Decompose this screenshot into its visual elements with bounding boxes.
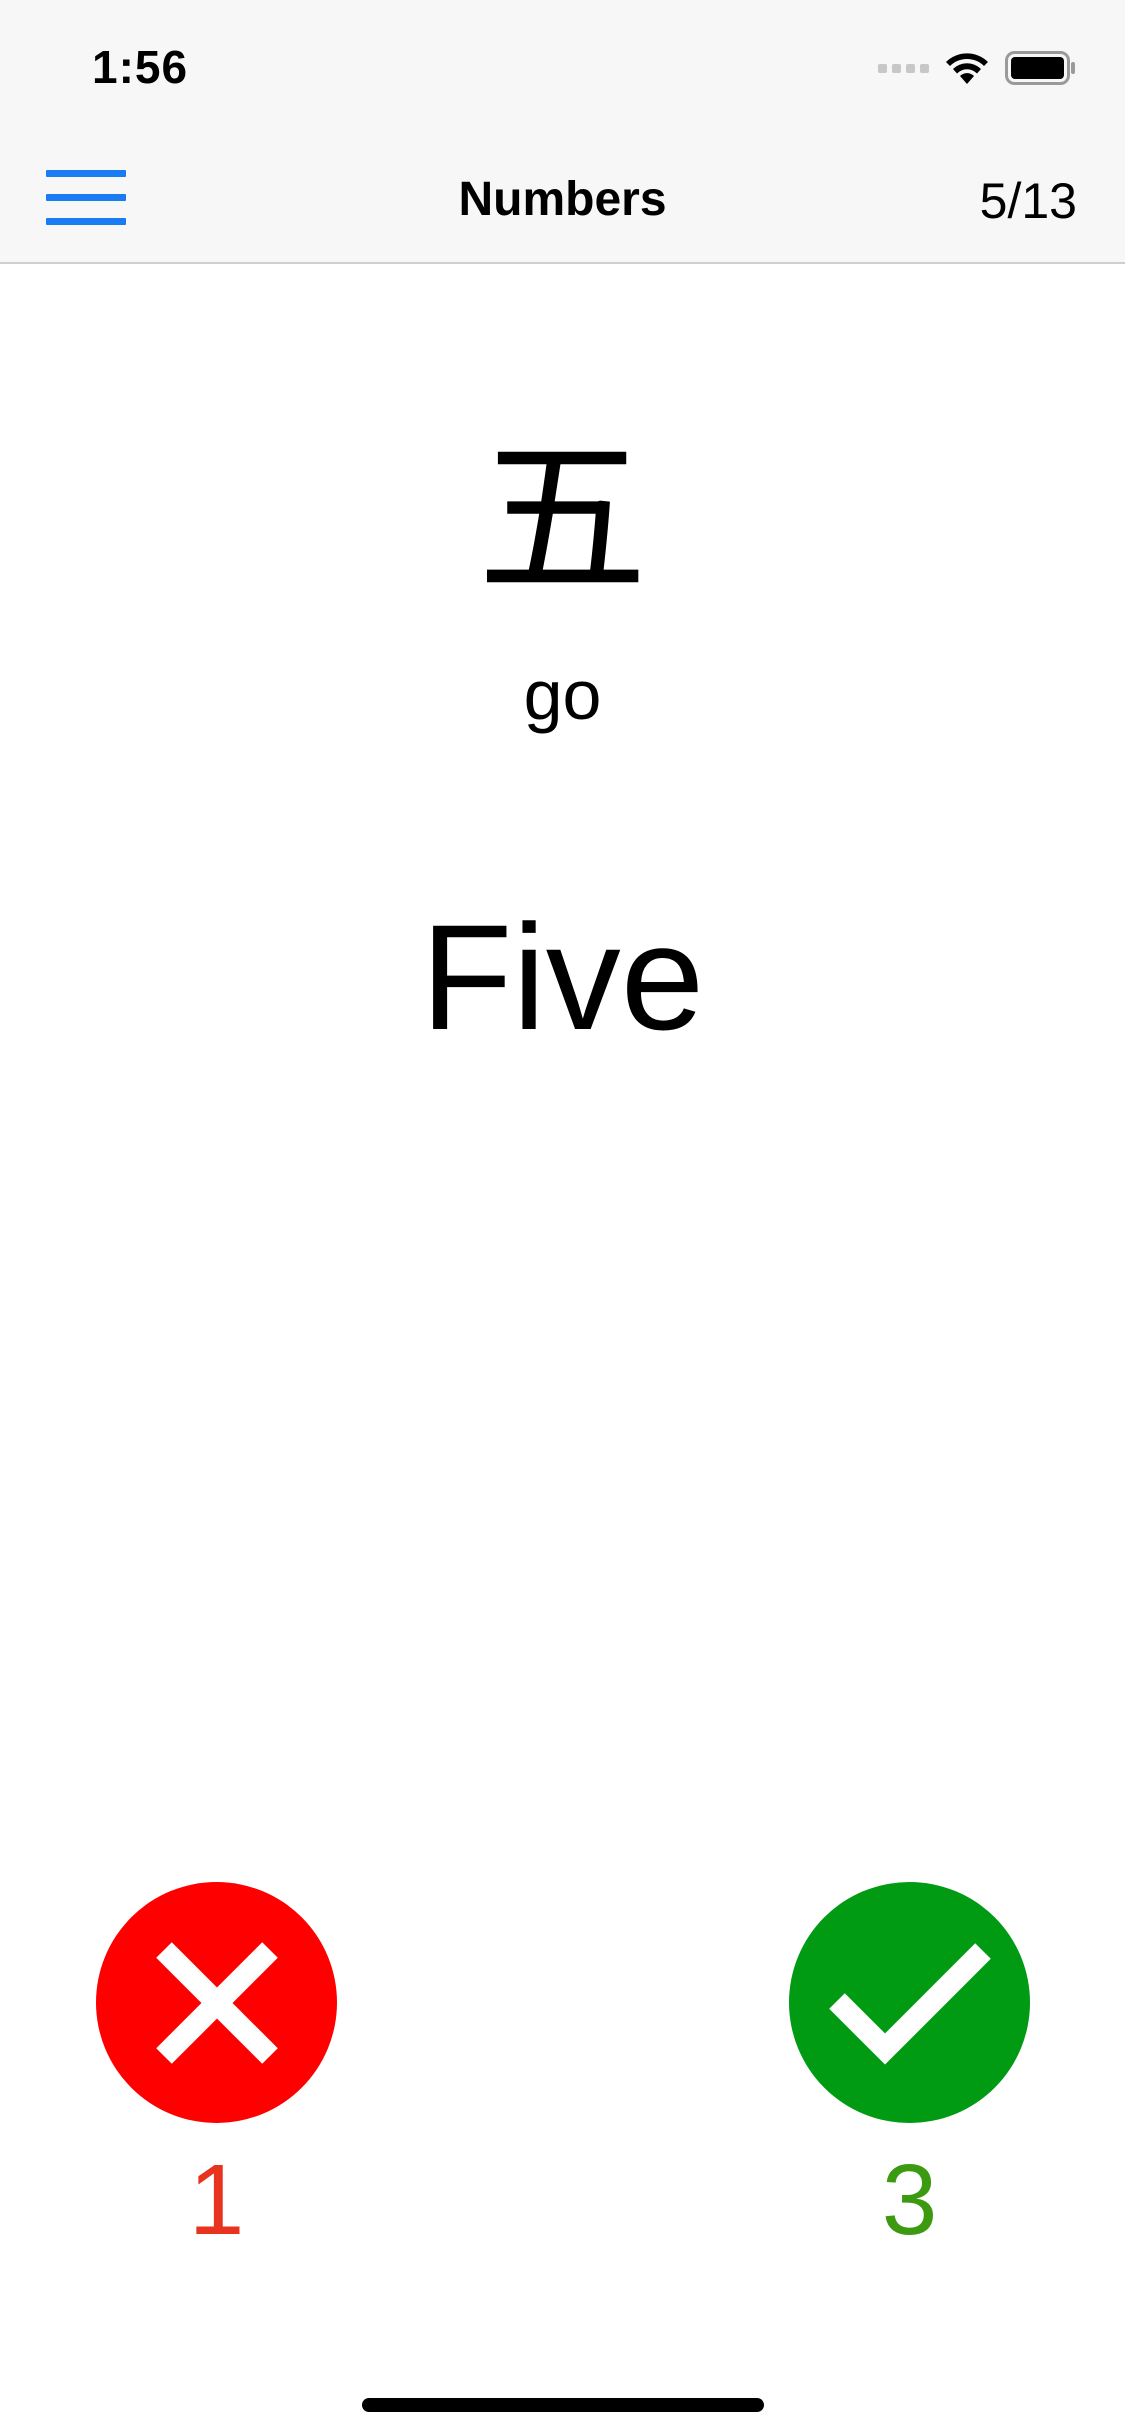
checkmark-icon xyxy=(828,1942,991,2065)
x-mark-icon xyxy=(155,1941,278,2064)
card-progress-counter: 5/13 xyxy=(979,173,1077,229)
english-meaning: Five xyxy=(420,893,705,1061)
mark-wrong-button[interactable] xyxy=(96,1882,337,2123)
wifi-icon xyxy=(946,53,988,84)
status-bar: 1:56 xyxy=(0,0,1125,132)
navigation-bar: Numbers 5/13 xyxy=(0,132,1125,264)
deck-title: Numbers xyxy=(458,173,667,226)
battery-icon xyxy=(1005,51,1075,85)
home-indicator[interactable] xyxy=(362,2398,764,2412)
kanji-reading: go xyxy=(523,656,602,734)
flashcard-screen: 1:56 Numbers 5/13 五 go Five 1 3 xyxy=(0,0,1125,2436)
correct-count: 3 xyxy=(881,2144,938,2256)
wrong-count: 1 xyxy=(188,2144,245,2256)
cellular-signal-icon xyxy=(878,63,929,73)
mark-correct-button[interactable] xyxy=(789,1882,1030,2123)
kanji-character: 五 xyxy=(477,421,648,619)
status-icons xyxy=(878,48,1077,88)
status-time: 1:56 xyxy=(92,41,189,93)
